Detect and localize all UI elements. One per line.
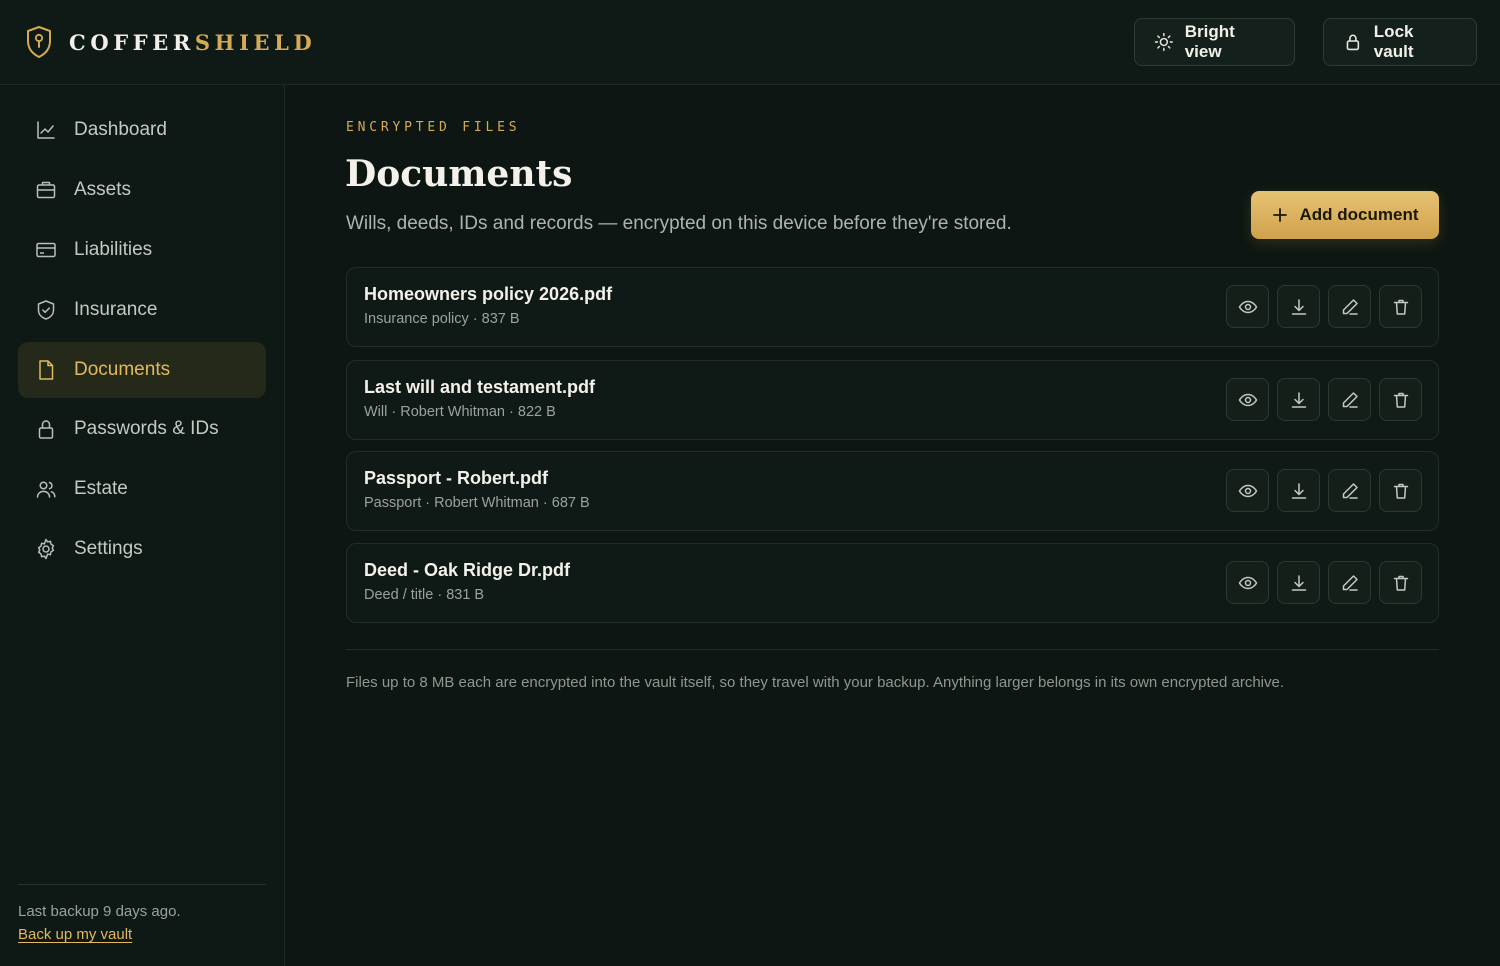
document-actions	[1226, 561, 1422, 604]
sidebar-item-estate[interactable]: Estate	[18, 461, 266, 517]
lock-icon	[1346, 34, 1360, 51]
document-actions	[1226, 378, 1422, 421]
download-icon	[1291, 482, 1306, 499]
sidebar-item-label: Documents	[74, 359, 171, 380]
edit-button[interactable]	[1328, 561, 1371, 604]
sidebar-item-label: Estate	[74, 478, 128, 499]
document-meta: Deed / title · 831 B	[364, 587, 485, 603]
eye-icon	[1238, 393, 1257, 406]
add-document-button[interactable]: Add document	[1251, 191, 1439, 239]
sidebar-item-passwords-ids[interactable]: Passwords & IDs	[18, 401, 266, 457]
page-title: Documents	[345, 153, 573, 195]
section-eyebrow: ENCRYPTED FILES	[346, 120, 521, 135]
shield-check-icon	[34, 298, 58, 322]
document-row[interactable]: Homeowners policy 2026.pdf Insurance pol…	[346, 267, 1439, 347]
download-button[interactable]	[1277, 469, 1320, 512]
trash-icon	[1393, 392, 1408, 408]
document-name: Last will and testament.pdf	[364, 377, 596, 397]
lock-vault-button[interactable]: Lock vault	[1323, 18, 1477, 66]
sidebar-item-label: Passwords & IDs	[74, 418, 219, 439]
sun-icon	[1154, 32, 1173, 52]
sidebar-item-label: Insurance	[74, 299, 158, 320]
top-bar: COFFERSHIELD Bright view Lock vault	[0, 0, 1500, 85]
brand-name: COFFERSHIELD	[69, 29, 317, 55]
backup-status: Last backup 9 days ago.	[18, 903, 181, 920]
shield-keyhole-icon	[27, 26, 51, 58]
download-button[interactable]	[1277, 285, 1320, 328]
pencil-icon	[1342, 574, 1358, 591]
sidebar-item-liabilities[interactable]: Liabilities	[18, 222, 266, 278]
view-button[interactable]	[1226, 378, 1269, 421]
sidebar-item-settings[interactable]: Settings	[18, 521, 266, 577]
document-row[interactable]: Last will and testament.pdf Will · Rober…	[346, 360, 1439, 440]
edit-button[interactable]	[1328, 469, 1371, 512]
chart-line-icon	[34, 118, 58, 142]
delete-button[interactable]	[1379, 285, 1422, 328]
eye-icon	[1238, 300, 1257, 313]
view-button[interactable]	[1226, 469, 1269, 512]
delete-button[interactable]	[1379, 561, 1422, 604]
download-icon	[1291, 391, 1306, 408]
pencil-icon	[1342, 391, 1358, 408]
page-subtitle: Wills, deeds, IDs and records — encrypte…	[346, 213, 1012, 234]
eye-icon	[1238, 576, 1257, 589]
bright-view-button[interactable]: Bright view	[1134, 18, 1295, 66]
delete-button[interactable]	[1379, 469, 1422, 512]
delete-button[interactable]	[1379, 378, 1422, 421]
trash-icon	[1393, 299, 1408, 315]
main-content: ENCRYPTED FILES Documents Wills, deeds, …	[286, 85, 1500, 966]
users-icon	[34, 477, 58, 501]
edit-button[interactable]	[1328, 285, 1371, 328]
sidebar-item-label: Liabilities	[74, 239, 153, 260]
document-icon	[34, 358, 58, 382]
sidebar-item-dashboard[interactable]: Dashboard	[18, 102, 266, 158]
bright-view-label: Bright view	[1184, 22, 1235, 61]
eye-icon	[1238, 484, 1257, 497]
sidebar-divider	[18, 884, 266, 885]
sidebar-item-documents[interactable]: Documents	[18, 342, 266, 398]
download-icon	[1291, 574, 1306, 591]
sidebar-item-assets[interactable]: Assets	[18, 162, 266, 218]
storage-footnote: Files up to 8 MB each are encrypted into…	[346, 674, 1284, 691]
document-meta: Insurance policy · 837 B	[364, 311, 520, 327]
lock-icon	[34, 417, 58, 441]
sidebar-item-label: Dashboard	[74, 119, 167, 140]
pencil-icon	[1342, 482, 1358, 499]
plus-icon	[1272, 208, 1287, 222]
document-meta: Will · Robert Whitman · 822 B	[364, 404, 556, 420]
backup-link[interactable]: Back up my vault	[18, 926, 132, 943]
trash-icon	[1393, 483, 1408, 499]
edit-button[interactable]	[1328, 378, 1371, 421]
document-row[interactable]: Deed - Oak Ridge Dr.pdf Deed / title · 8…	[346, 543, 1439, 623]
view-button[interactable]	[1226, 561, 1269, 604]
document-actions	[1226, 469, 1422, 512]
document-name: Passport - Robert.pdf	[364, 468, 549, 488]
gear-icon	[34, 537, 58, 561]
content-divider	[346, 649, 1439, 650]
briefcase-icon	[34, 178, 58, 202]
lock-vault-label: Lock vault	[1373, 22, 1414, 61]
trash-icon	[1393, 575, 1408, 591]
brand[interactable]: COFFERSHIELD	[25, 25, 316, 59]
document-row[interactable]: Passport - Robert.pdf Passport · Robert …	[346, 451, 1439, 531]
download-button[interactable]	[1277, 561, 1320, 604]
download-button[interactable]	[1277, 378, 1320, 421]
sidebar-item-label: Settings	[74, 538, 143, 559]
sidebar-item-label: Assets	[74, 179, 132, 200]
sidebar: Dashboard Assets Liabilities Insurance D…	[0, 85, 285, 966]
view-button[interactable]	[1226, 285, 1269, 328]
sidebar-item-insurance[interactable]: Insurance	[18, 282, 266, 338]
add-document-label: Add document	[1299, 205, 1419, 224]
pencil-icon	[1342, 298, 1358, 315]
document-name: Deed - Oak Ridge Dr.pdf	[364, 560, 571, 580]
document-actions	[1226, 285, 1422, 328]
download-icon	[1291, 298, 1306, 315]
document-name: Homeowners policy 2026.pdf	[364, 284, 613, 304]
credit-card-icon	[34, 238, 58, 262]
document-meta: Passport · Robert Whitman · 687 B	[364, 495, 590, 511]
